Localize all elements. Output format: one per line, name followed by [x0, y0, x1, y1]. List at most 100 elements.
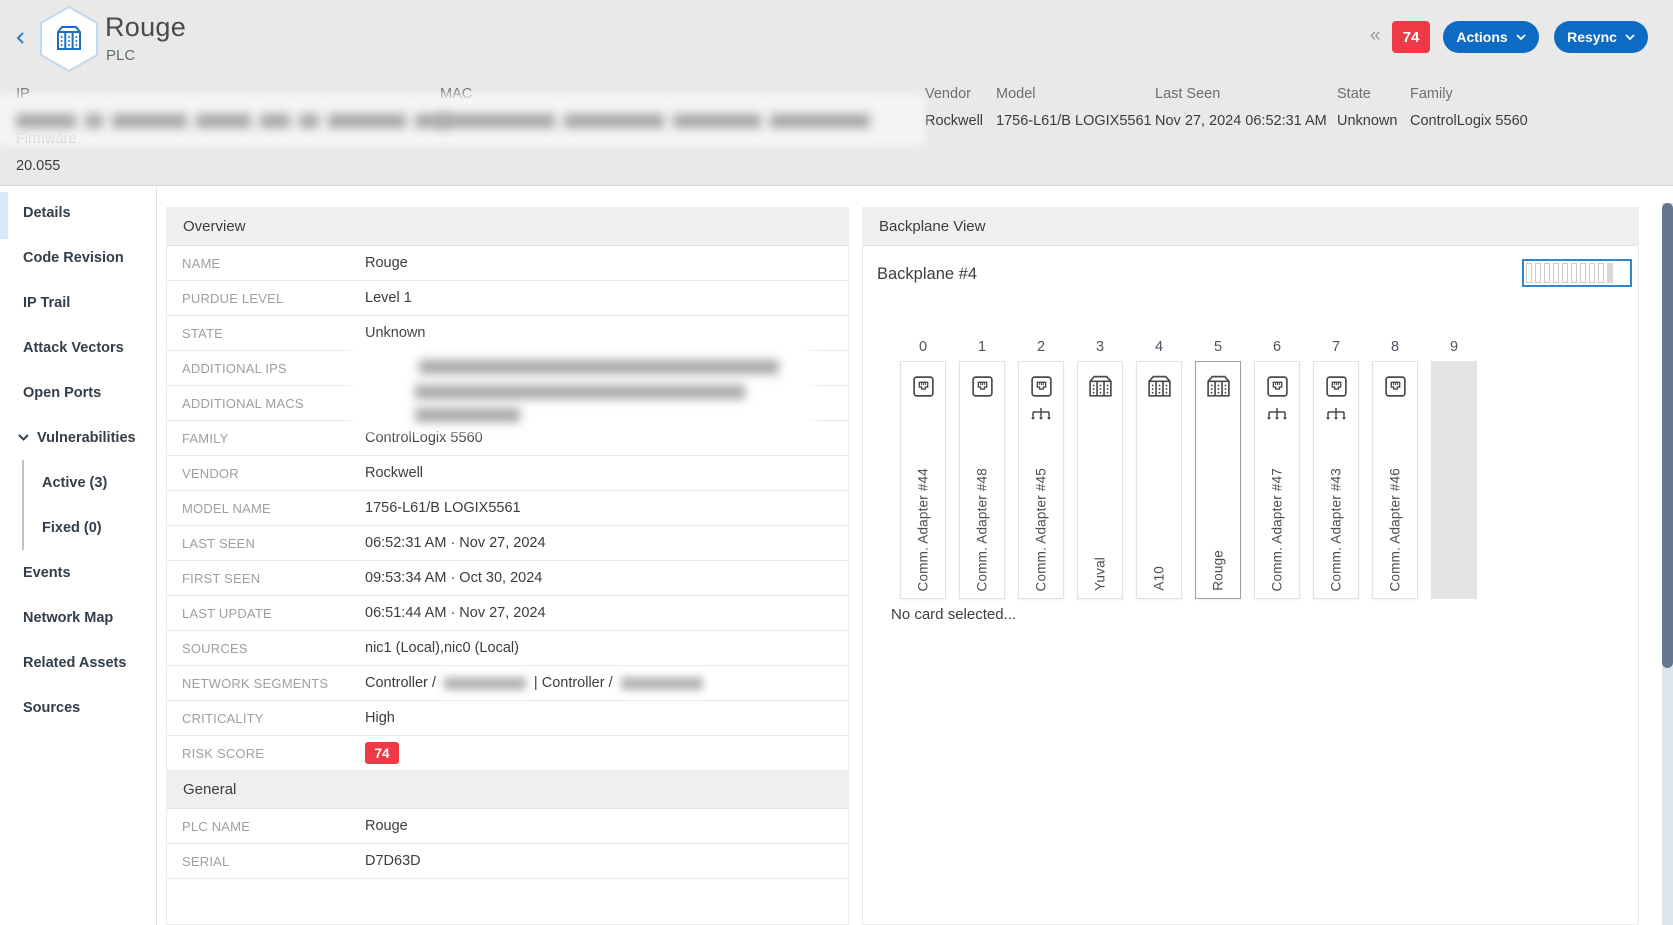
backplane-card-comm-adapter-48[interactable]: Comm. Adapter #48	[959, 361, 1005, 599]
overview-section-header: Overview	[167, 208, 848, 246]
asset-type-hexagon-icon	[38, 5, 100, 78]
row-label: SERIAL	[167, 854, 365, 869]
card-label: Rouge	[1211, 550, 1226, 591]
backplane-card-comm-adapter-46[interactable]: Comm. Adapter #46	[1372, 361, 1418, 599]
risk-score-badge: 74	[1392, 21, 1430, 53]
row-label: CRITICALITY	[167, 711, 365, 726]
resync-button-label: Resync	[1567, 29, 1617, 45]
overview-panel: Overview NAMERouge PURDUE LEVELLevel 1 S…	[166, 207, 849, 925]
sidebar-item-sources[interactable]: Sources	[0, 685, 156, 730]
slot-number: 5	[1195, 339, 1241, 355]
table-row: MODEL NAME1756-L61/B LOGIX5561	[167, 491, 848, 526]
plc-cabinet-icon	[1146, 374, 1173, 404]
chevron-down-icon	[1625, 34, 1635, 40]
backplane-card-rouge[interactable]: Rouge	[1195, 361, 1241, 599]
sidebar-item-open-ports[interactable]: Open Ports	[0, 370, 156, 415]
active-item-indicator	[0, 192, 8, 239]
table-row: STATEUnknown	[167, 316, 848, 351]
backplane-card-a10[interactable]: A10	[1136, 361, 1182, 599]
page-title: Rouge	[105, 12, 186, 43]
actions-button-label: Actions	[1456, 29, 1507, 45]
row-label: FIRST SEEN	[167, 571, 365, 586]
risk-score-badge: 74	[365, 742, 399, 764]
redacted-ip-mac-band	[0, 99, 920, 141]
table-row: NETWORK SEGMENTS Controller /| Controlle…	[167, 666, 848, 701]
network-tree-icon	[1265, 407, 1289, 426]
row-value: Unknown	[365, 325, 425, 341]
back-icon[interactable]	[14, 30, 28, 46]
sidebar-item-label: Events	[23, 565, 71, 581]
sidebar-item-attack-vectors[interactable]: Attack Vectors	[0, 325, 156, 370]
backplane-card-comm-adapter-44[interactable]: Comm. Adapter #44	[900, 361, 946, 599]
slot-number: 8	[1372, 339, 1418, 355]
sidebar-item-details[interactable]: Details	[0, 190, 156, 235]
slot-number: 4	[1136, 339, 1182, 355]
row-value: ControlLogix 5560	[365, 430, 483, 446]
row-label: RISK SCORE	[167, 746, 365, 761]
card-label: Comm. Adapter #44	[916, 468, 931, 591]
sidebar-item-vulnerabilities[interactable]: Vulnerabilities	[0, 415, 156, 460]
card-label: A10	[1152, 566, 1167, 591]
backplane-card-comm-adapter-45[interactable]: Comm. Adapter #45	[1018, 361, 1064, 599]
section-title: Backplane View	[879, 218, 985, 235]
sidebar-item-ip-trail[interactable]: IP Trail	[0, 280, 156, 325]
resync-button[interactable]: Resync	[1554, 21, 1648, 53]
row-value: 09:53:34 AM · Oct 30, 2024	[365, 570, 542, 586]
firmware-value: 20.055	[16, 158, 60, 174]
row-label: VENDOR	[167, 466, 365, 481]
sidebar-item-network-map[interactable]: Network Map	[0, 595, 156, 640]
backplane-minimap[interactable]	[1522, 259, 1632, 287]
row-value: High	[365, 710, 395, 726]
sidebar-item-label: Fixed (0)	[42, 520, 102, 536]
backplane-card-comm-adapter-47[interactable]: Comm. Adapter #47	[1254, 361, 1300, 599]
table-row: LAST UPDATE06:51:44 AM · Nov 27, 2024	[167, 596, 848, 631]
asset-header: Rouge PLC « 74 Actions Resync IP MAC Fir…	[0, 0, 1673, 186]
row-value: nic1 (Local),nic0 (Local)	[365, 640, 519, 656]
slot-number: 1	[959, 339, 1005, 355]
vertical-scrollbar-thumb[interactable]	[1662, 203, 1673, 668]
sidebar-item-label: Open Ports	[23, 385, 101, 401]
collapse-panel-icon[interactable]: «	[1370, 25, 1381, 47]
family-label: Family	[1410, 86, 1453, 102]
sidebar-item-label: Code Revision	[23, 250, 124, 266]
backplane-section-header: Backplane View	[863, 208, 1638, 246]
plc-cabinet-icon	[1205, 374, 1232, 404]
row-value: Rouge	[365, 255, 408, 271]
sidebar-item-vulnerabilities-active[interactable]: Active (3)	[24, 460, 156, 505]
row-label: FAMILY	[167, 431, 365, 446]
table-row: PLC NAMERouge	[167, 809, 848, 844]
sidebar-item-related-assets[interactable]: Related Assets	[0, 640, 156, 685]
sidebar-item-label: Sources	[23, 700, 80, 716]
backplane-card-comm-adapter-43[interactable]: Comm. Adapter #43	[1313, 361, 1359, 599]
chevron-down-icon	[18, 434, 29, 441]
row-label: LAST SEEN	[167, 536, 365, 551]
row-label: MODEL NAME	[167, 501, 365, 516]
table-row: NAMERouge	[167, 246, 848, 281]
table-row: PURDUE LEVELLevel 1	[167, 281, 848, 316]
backplane-card-yuval[interactable]: Yuval	[1077, 361, 1123, 599]
row-label: PLC NAME	[167, 819, 365, 834]
row-label: SOURCES	[167, 641, 365, 656]
vendor-value: Rockwell	[925, 113, 983, 129]
chevron-down-icon	[1516, 34, 1526, 40]
actions-button[interactable]: Actions	[1443, 21, 1539, 53]
row-label: PURDUE LEVEL	[167, 291, 365, 306]
backplane-title: Backplane #4	[877, 265, 977, 284]
state-label: State	[1337, 86, 1371, 102]
ethernet-port-icon	[1265, 374, 1290, 404]
sidebar-item-label: Vulnerabilities	[37, 430, 136, 446]
table-row: RISK SCORE74	[167, 736, 848, 771]
model-value: 1756-L61/B LOGIX5561	[996, 113, 1152, 129]
slot-number: 2	[1018, 339, 1064, 355]
sidebar-item-events[interactable]: Events	[0, 550, 156, 595]
vendor-label: Vendor	[925, 86, 971, 102]
sidebar-item-vulnerabilities-fixed[interactable]: Fixed (0)	[24, 505, 156, 550]
sidebar-item-code-revision[interactable]: Code Revision	[0, 235, 156, 280]
card-label: Comm. Adapter #48	[975, 468, 990, 591]
plc-cabinet-icon	[1087, 374, 1114, 404]
segment-prefix: Controller /	[365, 675, 436, 691]
slot-number: 0	[900, 339, 946, 355]
sidebar-item-label: Details	[23, 205, 71, 221]
segment-separator: | Controller /	[534, 675, 613, 691]
row-value: 06:51:44 AM · Nov 27, 2024	[365, 605, 546, 621]
